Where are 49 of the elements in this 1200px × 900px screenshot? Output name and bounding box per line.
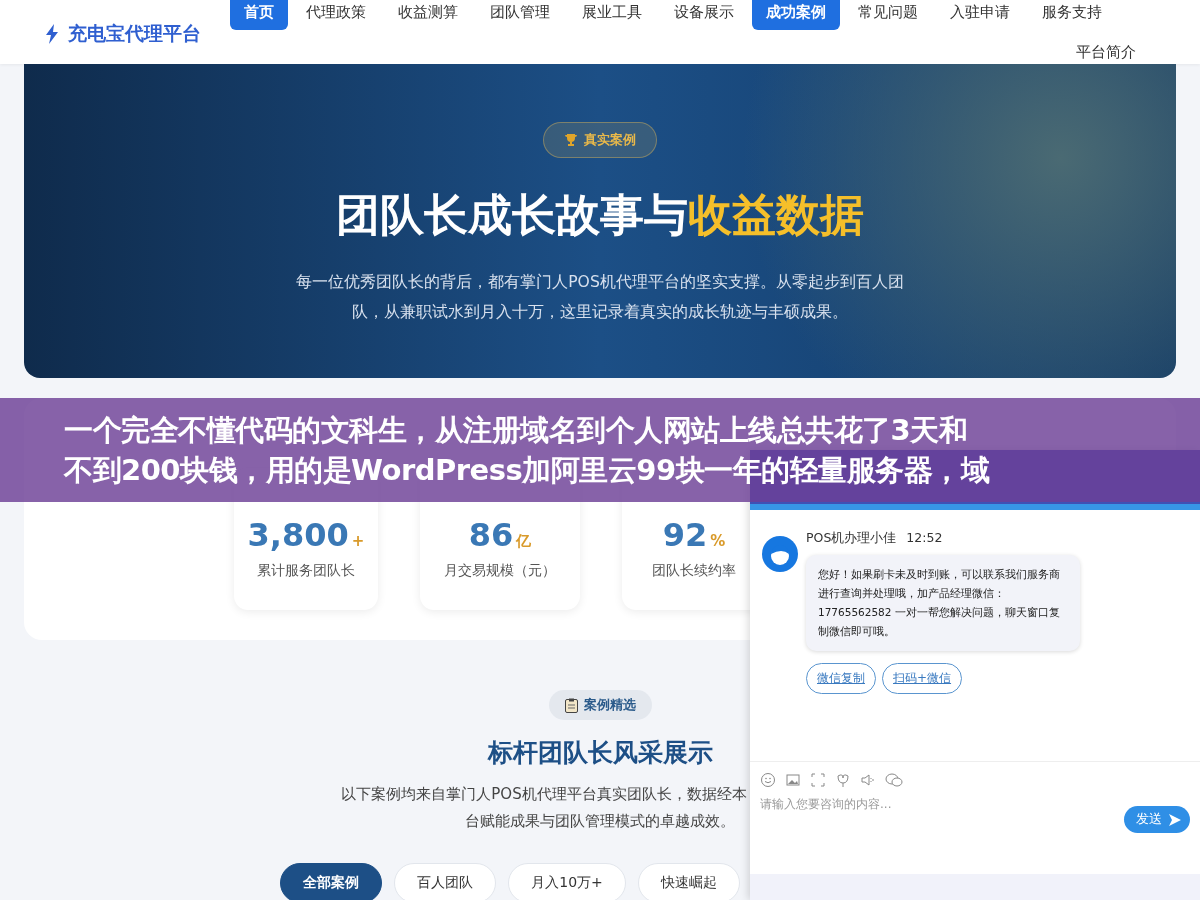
stat-value: 92 [662,516,708,554]
stat-label: 月交易规模（元） [444,562,556,580]
badge-text: 真实案例 [584,131,636,149]
chat-bubbles-icon[interactable] [885,772,903,788]
nav-link[interactable]: 展业工具 [568,0,656,30]
stat-value: 86 [468,516,514,554]
section-title: 标杆团队长风采展示 [487,737,713,769]
stat-label: 累计服务团队长 [257,562,355,580]
nav-link[interactable]: 成功案例 [752,0,840,30]
screenshot-icon[interactable] [810,772,826,788]
speaker-icon[interactable] [860,772,876,788]
caption-text: 一个完全不懂代码的文科生，从注册域名到个人网站上线总共花了3天和 [64,412,969,449]
agent-avatar-icon [762,536,798,572]
filter-tab[interactable]: 快速崛起 [637,863,740,900]
nav-link[interactable]: 收益测算 [384,0,472,30]
agent-name: POS机办理小佳 [806,530,897,547]
section-description: 以下案例均来自掌门人POS机代理平台真实团队长，数据经本 [341,784,747,805]
message-time: 12:52 [906,530,943,547]
nav-link[interactable]: 平台简介 [1062,40,1150,70]
stat-label: 团队长续约率 [652,562,736,580]
hero-title: 团队长成长故事与收益数据 [336,188,864,242]
image-icon[interactable] [785,772,801,788]
caption-text: 不到200块钱，用的是WordPress加阿里云99块一年的轻量服务器，域 [64,452,991,489]
section-description: 台赋能成果与团队管理模式的卓越成效。 [465,811,735,832]
filter-tab[interactable]: 全部案例 [280,863,383,900]
send-icon [1168,812,1182,827]
filter-tab[interactable]: 百人团队 [394,863,497,900]
lightning-icon [44,24,60,44]
site-logo[interactable]: 充电宝代理平台 [0,4,230,64]
nav-link[interactable]: 服务支持 [1028,0,1116,30]
nav-link[interactable]: 常见问题 [844,0,932,30]
stat-value: 3,800 [247,516,349,554]
nav-link[interactable]: 首页 [230,0,288,30]
hero-subtitle: 每一位优秀团队长的背后，都有掌门人POS机代理平台的坚实支撑。从零起步到百人团队，从兼职试水到月入十万，这里记录着真实的成长轨迹与丰硕成果。 [295,272,905,323]
nav-link[interactable]: 代理政策 [292,0,380,30]
logo-text: 充电宝代理平台 [68,21,201,46]
chat-message: 您好！如果刷卡未及时到账，可以联系我们服务商进行查询并处理哦，加产品经理微信：17765562582 一对一帮您解决问题，聊天窗口复制微信即可哦。 [806,555,1080,651]
flower-icon[interactable] [835,772,851,788]
nav-link[interactable]: 入驻申请 [936,0,1024,30]
nav-link[interactable]: 设备展示 [660,0,748,30]
emoji-icon[interactable] [760,772,776,788]
stat-unit: 亿 [516,532,532,551]
stat-unit: + [351,532,365,550]
trophy-icon [564,133,578,147]
stat-unit: % [710,532,726,550]
filter-tab[interactable]: 月入10万+ [508,863,626,900]
nav-link[interactable]: 团队管理 [476,0,564,30]
clipboard-icon [564,697,578,713]
badge-text: 案例精选 [583,696,636,714]
